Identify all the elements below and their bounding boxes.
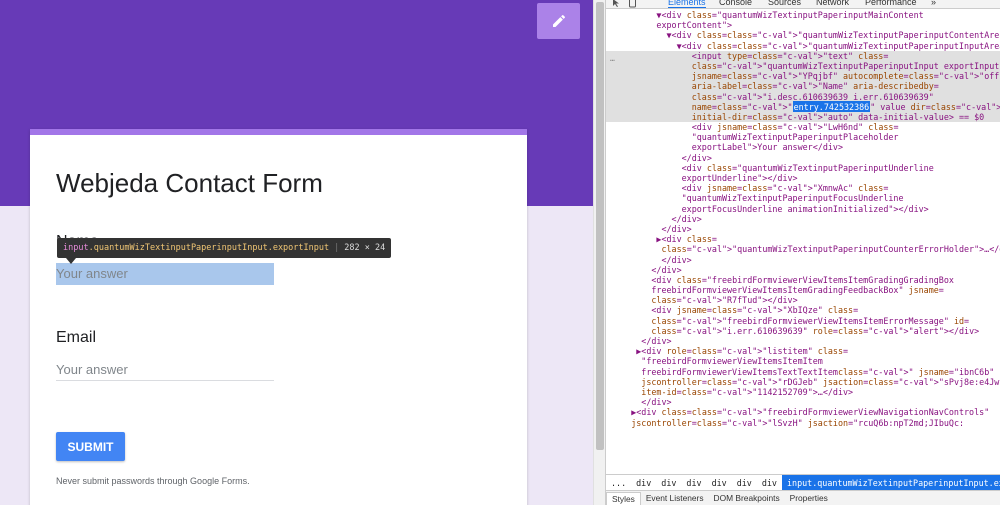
subtab-styles[interactable]: Styles — [606, 492, 641, 505]
dom-tree-line[interactable]: exportUnderline"></div> — [606, 173, 1000, 183]
dom-tree-line[interactable]: "quantumWizTextinputPaperinputPlaceholde… — [606, 132, 1000, 142]
tab-network[interactable]: Network — [816, 0, 849, 8]
breadcrumb-item[interactable]: div — [732, 475, 757, 490]
breadcrumb-item[interactable]: div — [707, 475, 732, 490]
email-question-label: Email — [56, 329, 97, 346]
subtab-event-listeners[interactable]: Event Listeners — [641, 492, 709, 505]
dom-tree-line[interactable]: ▼<div class=class="c-val">"quantumWizTex… — [606, 41, 1000, 51]
dom-tree-line[interactable]: class="c-val">"quantumWizTextinputPaperi… — [606, 244, 1000, 254]
breadcrumb-item[interactable]: div — [681, 475, 706, 490]
form-card: Webjeda Contact Form Name Email SUBMIT N… — [30, 129, 527, 505]
breadcrumb-item[interactable]: div — [757, 475, 782, 490]
dom-tree-line[interactable]: <div class="freebirdFormviewerViewItemsI… — [606, 275, 1000, 285]
dom-tree-line[interactable]: jsname=class="c-val">"YPqjbf" autocomple… — [606, 71, 1000, 82]
device-toolbar-icon[interactable] — [628, 0, 638, 8]
form-page: Webjeda Contact Form Name Email SUBMIT N… — [0, 0, 593, 505]
inspect-tooltip-tag: input — [63, 243, 89, 253]
dom-tree-line[interactable]: freebirdFormviewerViewItemsTextTextItemc… — [606, 367, 1000, 377]
dom-breadcrumb-bar: ... div div div div div div input.quantumWizTex… — [606, 474, 1000, 490]
email-input[interactable] — [56, 359, 274, 381]
devtools-panel: Elements Console Sources Network Perform… — [605, 0, 1000, 505]
dom-tree-line[interactable]: <div jsname=class="c-val">"XbIQze" class… — [606, 305, 1000, 315]
dom-tree-line[interactable]: exportContent"> — [606, 20, 1000, 30]
dom-tree-line[interactable]: ▼<div class="quantumWizTextinputPaperinp… — [606, 10, 1000, 20]
devtools-subtab-bar: Styles Event Listeners DOM Breakpoints Prop… — [606, 490, 1000, 505]
cursor-select-icon[interactable] — [612, 0, 622, 8]
breadcrumb-item[interactable]: div — [656, 475, 681, 490]
dom-tree-line[interactable]: jscontroller=class="c-val">"lSvzH" jsact… — [606, 418, 1000, 428]
pencil-icon — [552, 14, 565, 27]
dom-tree-line[interactable]: </div> — [606, 336, 1000, 346]
breadcrumb-item[interactable]: input.quantumWizTextinputPaperinputInput… — [781, 475, 1000, 490]
dom-tree-line[interactable]: "freebirdFormviewerViewItemsItemItem — [606, 356, 1000, 366]
inspect-tooltip-class: .quantumWizTextinputPaperinputInput.expo… — [88, 243, 330, 253]
more-tabs-button[interactable]: » — [931, 0, 936, 8]
elements-dom-tree[interactable]: ▼<div class="quantumWizTextinputPaperinp… — [606, 10, 1000, 474]
dom-tree-line[interactable]: <div jsname=class="c-val">"XmnwAc" class… — [606, 183, 1000, 193]
dom-tree-line[interactable]: name=class="c-val">"entry.742532386" val… — [606, 100, 1000, 113]
inspect-tooltip: input .quantumWizTextinputPaperinputInput… — [57, 238, 392, 258]
inspect-tooltip-arrow — [66, 258, 76, 264]
edit-form-button[interactable] — [537, 3, 580, 39]
dom-tree-line[interactable]: ▶<div class= — [606, 234, 1000, 244]
subtab-dom-breakpoints[interactable]: DOM Breakpoints — [709, 492, 785, 505]
tab-performance[interactable]: Performance — [865, 0, 917, 8]
inspect-tooltip-dimensions: 282 × 24 — [344, 243, 386, 253]
dom-tree-line[interactable]: item-id=class="c-val">"1142152709">…</di… — [606, 387, 1000, 397]
dom-tree-line[interactable]: ▼<div class=class="c-val">"quantumWizTex… — [606, 30, 1000, 40]
dom-tree-line[interactable]: </div> — [606, 224, 1000, 234]
dom-tree-line[interactable]: freebirdFormviewerViewItemsItemGradingFe… — [606, 285, 1000, 295]
dom-tree-line[interactable]: <div class="quantumWizTextinputPaperinpu… — [606, 163, 1000, 173]
dom-tree-line[interactable]: class="c-val">"R7fTud"></div> — [606, 295, 1000, 305]
dom-tree-line[interactable]: </div> — [606, 153, 1000, 163]
form-title: Webjeda Contact Form — [56, 168, 323, 198]
dom-tree-line[interactable]: <div jsname=class="c-val">"LwH6nd" class… — [606, 122, 1000, 132]
dom-tree-line[interactable]: initial-dir=class="c-val">"auto" data-in… — [606, 111, 1000, 123]
dom-tree-line[interactable]: </div> — [606, 255, 1000, 265]
dom-tree-line[interactable]: aria-label=class="c-val">"Name" aria-des… — [606, 81, 1000, 92]
dom-tree-line[interactable]: class="c-val">"freebirdFormviewerViewIte… — [606, 316, 1000, 326]
dom-tree-line[interactable]: </div> — [606, 214, 1000, 224]
dom-tree-line[interactable]: ▶<div class=class="c-val">"freebirdFormv… — [606, 407, 1000, 417]
dom-tree-line[interactable]: exportLabel">Your answer</div> — [606, 142, 1000, 152]
selected-node-marker[interactable]: … — [610, 54, 615, 63]
dom-tree-line[interactable]: </div> — [606, 397, 1000, 407]
breadcrumb-item[interactable]: ... — [606, 475, 631, 490]
dom-tree-line[interactable]: </div> — [606, 265, 1000, 275]
password-warning-note: Never submit passwords through Google Fo… — [56, 476, 250, 486]
dom-tree-line[interactable]: exportFocusUnderline animationInitialize… — [606, 204, 1000, 214]
subtab-properties[interactable]: Properties — [785, 492, 833, 505]
tab-elements[interactable]: Elements — [668, 0, 706, 8]
tab-console[interactable]: Console — [719, 0, 752, 8]
submit-button[interactable]: SUBMIT — [56, 432, 125, 461]
name-input[interactable] — [56, 263, 274, 285]
dom-tree-line[interactable]: ▶<div role=class="c-val">"listitem" clas… — [606, 346, 1000, 356]
dom-tree-line[interactable]: jscontroller=class="c-val">"rDGJeb" jsac… — [606, 377, 1000, 387]
dom-tree-line[interactable]: class="c-val">"quantumWizTextinputPaperi… — [606, 60, 1000, 72]
dom-tree-line[interactable]: class="c-val">"i.err.610639639" role=cla… — [606, 326, 1000, 336]
devtools-tab-bar: Elements Console Sources Network Perform… — [606, 0, 1000, 9]
page-scrollbar[interactable] — [593, 0, 605, 505]
breadcrumb-item[interactable]: div — [631, 475, 656, 490]
dom-tree-line[interactable]: "quantumWizTextinputPaperinputFocusUnder… — [606, 193, 1000, 203]
page-scrollbar-thumb[interactable] — [596, 2, 604, 450]
dom-tree-line[interactable]: <input type=class="c-val">"text" class= — [606, 50, 1000, 61]
tab-sources[interactable]: Sources — [768, 0, 801, 8]
